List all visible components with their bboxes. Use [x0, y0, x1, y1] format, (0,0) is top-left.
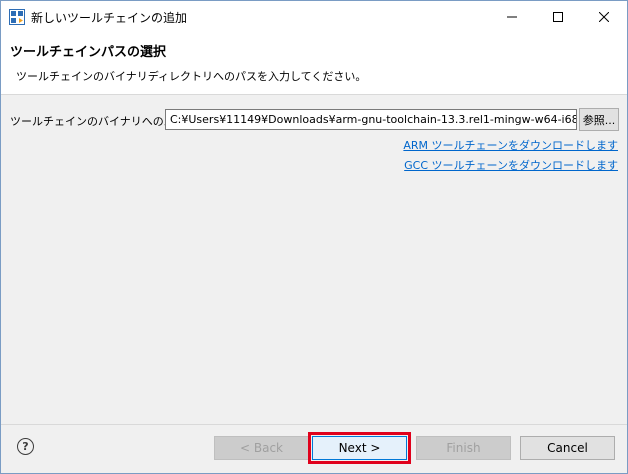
wizard-header: ツールチェインパスの選択 ツールチェインのバイナリディレクトリへのパスを入力して…	[1, 32, 627, 95]
maximize-icon	[553, 11, 563, 22]
back-button[interactable]: < Back	[214, 436, 309, 460]
minimize-button[interactable]	[489, 1, 535, 32]
close-button[interactable]	[581, 1, 627, 32]
gcc-toolchain-download-link[interactable]: GCC ツールチェーンをダウンロードします	[404, 157, 618, 173]
close-icon	[599, 11, 609, 22]
finish-button[interactable]: Finish	[416, 436, 511, 460]
window-title: 新しいツールチェインの追加	[31, 11, 188, 25]
page-description: ツールチェインのバイナリディレクトリへのパスを入力してください。	[16, 70, 367, 83]
maximize-button[interactable]	[535, 1, 581, 32]
toolchain-path-input[interactable]: C:¥Users¥11149¥Downloads¥arm-gnu-toolcha…	[165, 109, 577, 130]
app-icon	[9, 9, 25, 25]
browse-button[interactable]: 参照...	[579, 108, 619, 131]
minimize-icon	[507, 16, 517, 17]
path-label: ツールチェインのバイナリへのパス:	[10, 115, 190, 128]
next-button[interactable]: Next >	[312, 436, 407, 460]
arm-toolchain-download-link[interactable]: ARM ツールチェーンをダウンロードします	[403, 137, 618, 153]
help-icon[interactable]: ?	[17, 438, 34, 455]
cancel-button[interactable]: Cancel	[520, 436, 615, 460]
dialog-window: 新しいツールチェインの追加 ツールチェインパスの選択 ツールチェインのバイナリデ…	[0, 0, 628, 474]
page-title: ツールチェインパスの選択	[10, 45, 167, 60]
title-bar: 新しいツールチェインの追加	[1, 1, 627, 32]
footer-separator	[1, 424, 627, 425]
